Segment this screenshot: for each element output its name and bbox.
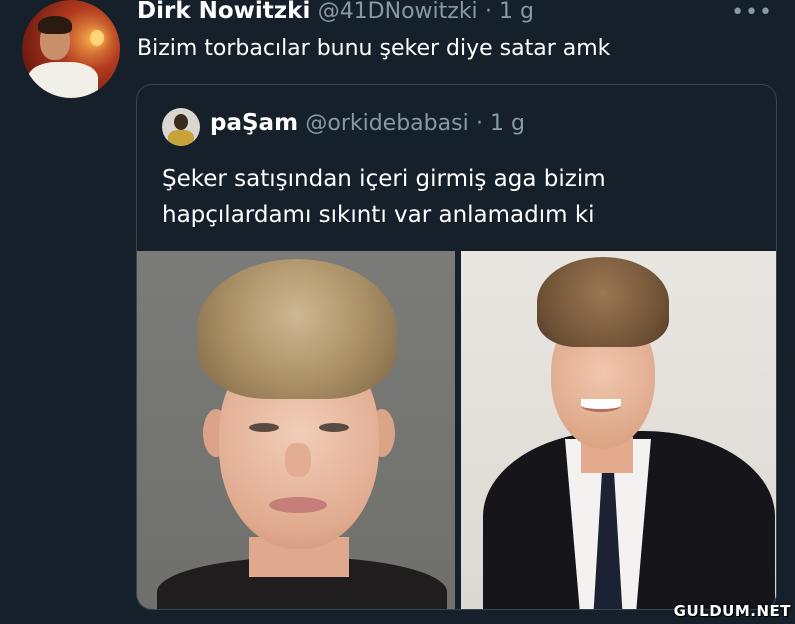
quoted-tweet-header: paŞam @orkidebabasi · 1 g — [210, 110, 525, 136]
tweet-text: Bizim torbacılar bunu şeker diye satar a… — [137, 36, 611, 61]
more-horizontal-icon[interactable]: ••• — [731, 0, 773, 25]
quoted-tweet-card[interactable]: paŞam @orkidebabasi · 1 g Şeker satışınd… — [136, 84, 777, 610]
quoted-author-avatar[interactable] — [162, 108, 200, 146]
author-handle[interactable]: @41DNowitzki — [318, 0, 478, 24]
quoted-media — [137, 251, 776, 609]
quoted-author-handle[interactable]: @orkidebabasi — [305, 111, 468, 136]
quoted-avatar-body — [168, 130, 194, 146]
photo-hair — [537, 257, 669, 347]
photo-nose — [285, 443, 311, 477]
media-photo-portrait[interactable] — [461, 251, 776, 609]
quoted-tweet-time[interactable]: · 1 g — [476, 111, 525, 136]
photo-eye-left — [249, 423, 279, 432]
quoted-avatar-head — [174, 114, 188, 130]
tweet-time[interactable]: · 1 g — [485, 0, 534, 24]
avatar-shirt — [28, 62, 98, 98]
site-watermark: GULDUM.NET — [673, 602, 791, 620]
avatar-lamp — [90, 30, 104, 46]
author-name[interactable]: Dirk Nowitzki — [137, 0, 310, 24]
media-photo-mugshot[interactable] — [137, 251, 455, 609]
quoted-tweet-text: Şeker satışından içeri girmiş aga bizim … — [162, 166, 606, 228]
avatar-hair — [38, 16, 72, 34]
photo-smile — [581, 399, 621, 412]
photo-hair — [197, 259, 397, 399]
author-avatar[interactable] — [22, 0, 120, 98]
tweet-header: Dirk Nowitzki @41DNowitzki · 1 g — [137, 0, 534, 24]
quoted-author-name[interactable]: paŞam — [210, 110, 298, 136]
photo-lips — [269, 497, 327, 513]
photo-eye-right — [319, 423, 349, 432]
